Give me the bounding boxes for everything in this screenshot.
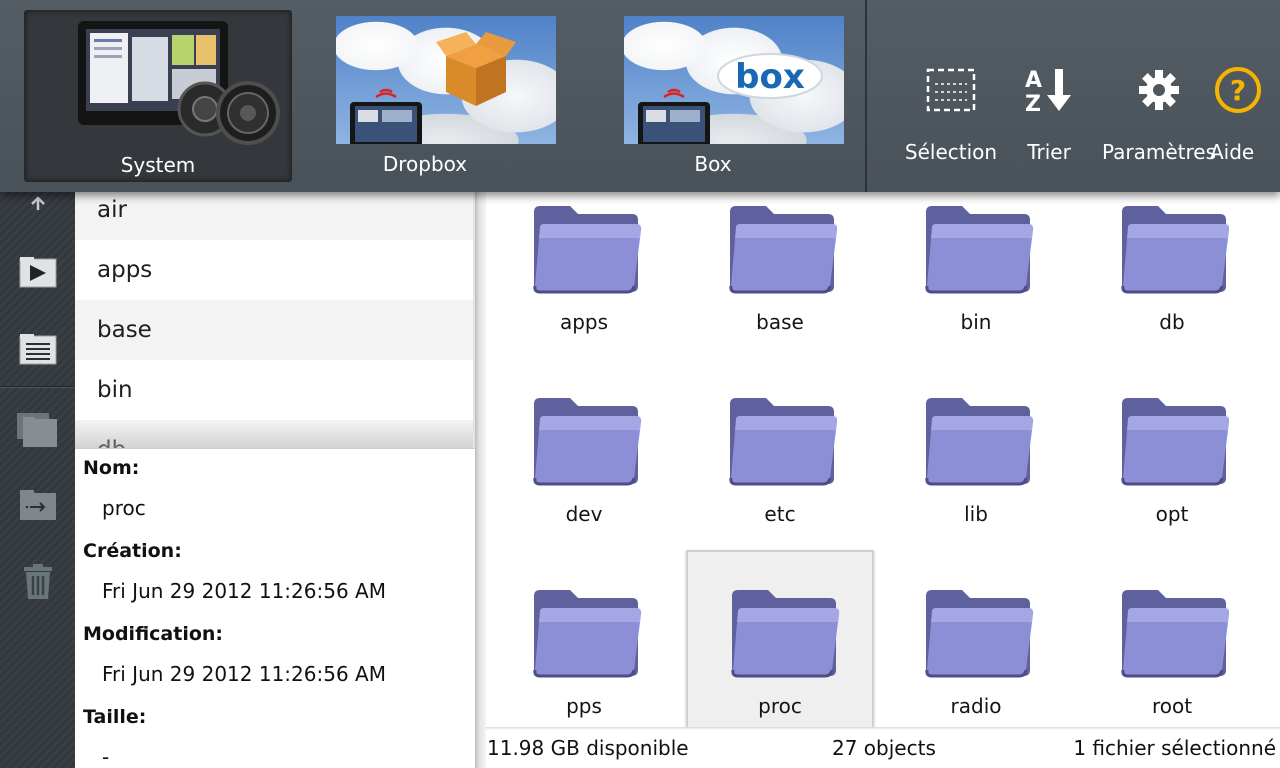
folder-item-root[interactable]: root [1078, 550, 1266, 730]
free-space-text: 11.98 GB disponible [487, 736, 689, 760]
folder-label: etc [764, 502, 796, 526]
size-value: - [102, 745, 110, 768]
folder-label: apps [559, 310, 609, 334]
folder-icon [533, 398, 642, 486]
location-tile-dropbox[interactable]: Dropbox [291, 10, 559, 182]
folder-icon [533, 590, 642, 678]
folder-item-lib[interactable]: lib [882, 358, 1070, 538]
list-icon[interactable] [12, 325, 64, 373]
modified-label: Modification: [83, 623, 224, 645]
settings-label: Paramètres [1102, 140, 1217, 164]
name-value: proc [102, 496, 146, 520]
selection-icon [923, 60, 979, 120]
svg-text:?: ? [1230, 74, 1246, 107]
folder-label: base [756, 310, 804, 334]
folder-icon [925, 206, 1034, 294]
copy-icon[interactable] [12, 405, 64, 453]
svg-text:box: box [735, 57, 805, 97]
folder-label: db [1159, 310, 1185, 334]
modified-value: Fri Jun 29 2012 11:26:56 AM [102, 662, 386, 686]
folder-label: lib [964, 502, 988, 526]
sort-button[interactable]: A Z Trier [1014, 60, 1084, 180]
play-icon[interactable] [12, 248, 64, 296]
help-button[interactable]: ? Aide [1208, 60, 1268, 180]
details-panel: Nom: proc Création: Fri Jun 29 2012 11:2… [75, 448, 475, 768]
sort-az-icon: A Z [1021, 60, 1077, 120]
location-tile-box[interactable]: box Box [579, 10, 847, 182]
folder-item-bin[interactable]: bin [882, 192, 1070, 346]
folder-label: opt [1155, 502, 1189, 526]
folder-icon [729, 398, 838, 486]
name-label: Nom: [83, 457, 140, 479]
folder-item-apps[interactable]: apps [490, 192, 678, 346]
location-label: Dropbox [382, 152, 468, 176]
top-toolbar: System Dropbox box Box Sélection A Z Tri… [0, 0, 1280, 192]
folder-item-proc[interactable]: proc [686, 550, 874, 730]
folder-item-dev[interactable]: dev [490, 358, 678, 538]
folder-label: proc [758, 694, 802, 718]
folder-grid[interactable]: apps base bin db dev etc lib opt pps proc radio roo… [486, 192, 1280, 730]
folder-label: bin [960, 310, 992, 334]
gear-icon [1131, 60, 1187, 120]
location-label: System [120, 153, 196, 177]
move-icon[interactable] [12, 481, 64, 529]
list-item[interactable]: base [75, 300, 475, 360]
svg-text:Z: Z [1025, 92, 1041, 115]
folder-icon [925, 398, 1034, 486]
list-item[interactable]: bin [75, 360, 475, 420]
folder-item-db[interactable]: db [1078, 192, 1266, 346]
trash-icon[interactable] [12, 558, 64, 606]
folder-label: root [1151, 694, 1193, 718]
folder-item-etc[interactable]: etc [686, 358, 874, 538]
folder-icon [533, 206, 642, 294]
settings-button[interactable]: Paramètres [1100, 60, 1218, 180]
panel-divider[interactable] [475, 192, 486, 768]
help-label: Aide [1210, 140, 1255, 164]
folder-label: dev [565, 502, 603, 526]
folder-item-opt[interactable]: opt [1078, 358, 1266, 538]
folder-icon [1121, 398, 1230, 486]
folder-icon [729, 206, 838, 294]
location-tile-system[interactable]: System [24, 10, 292, 182]
folder-icon [1121, 206, 1230, 294]
folder-item-pps[interactable]: pps [490, 550, 678, 730]
folder-icon [925, 590, 1034, 678]
folder-item-base[interactable]: base [686, 192, 874, 346]
created-label: Création: [83, 540, 182, 562]
folder-item-radio[interactable]: radio [882, 550, 1070, 730]
sort-label: Trier [1027, 140, 1071, 164]
folder-label: pps [566, 694, 602, 718]
list-item[interactable]: db [75, 420, 475, 448]
folder-icon [731, 590, 840, 678]
dropbox-cloud-image [336, 16, 556, 144]
help-icon: ? [1210, 60, 1266, 120]
created-value: Fri Jun 29 2012 11:26:56 AM [102, 579, 386, 603]
playbook-gears-image [70, 17, 290, 145]
status-bar: 11.98 GB disponible 27 objects 1 fichier… [486, 730, 1280, 768]
selection-label: Sélection [904, 140, 998, 164]
selection-count-text: 1 fichier sélectionné [1073, 736, 1276, 760]
location-label: Box [694, 152, 732, 176]
selection-button[interactable]: Sélection [898, 60, 1004, 180]
folder-label: radio [950, 694, 1002, 718]
folder-list[interactable]: air apps base bin db [75, 180, 475, 448]
folder-icon [1121, 590, 1230, 678]
size-label: Taille: [83, 706, 147, 728]
object-count-text: 27 objects [832, 736, 936, 760]
list-item[interactable]: apps [75, 240, 475, 300]
svg-text:A: A [1025, 68, 1042, 93]
box-cloud-image: box [624, 16, 844, 144]
